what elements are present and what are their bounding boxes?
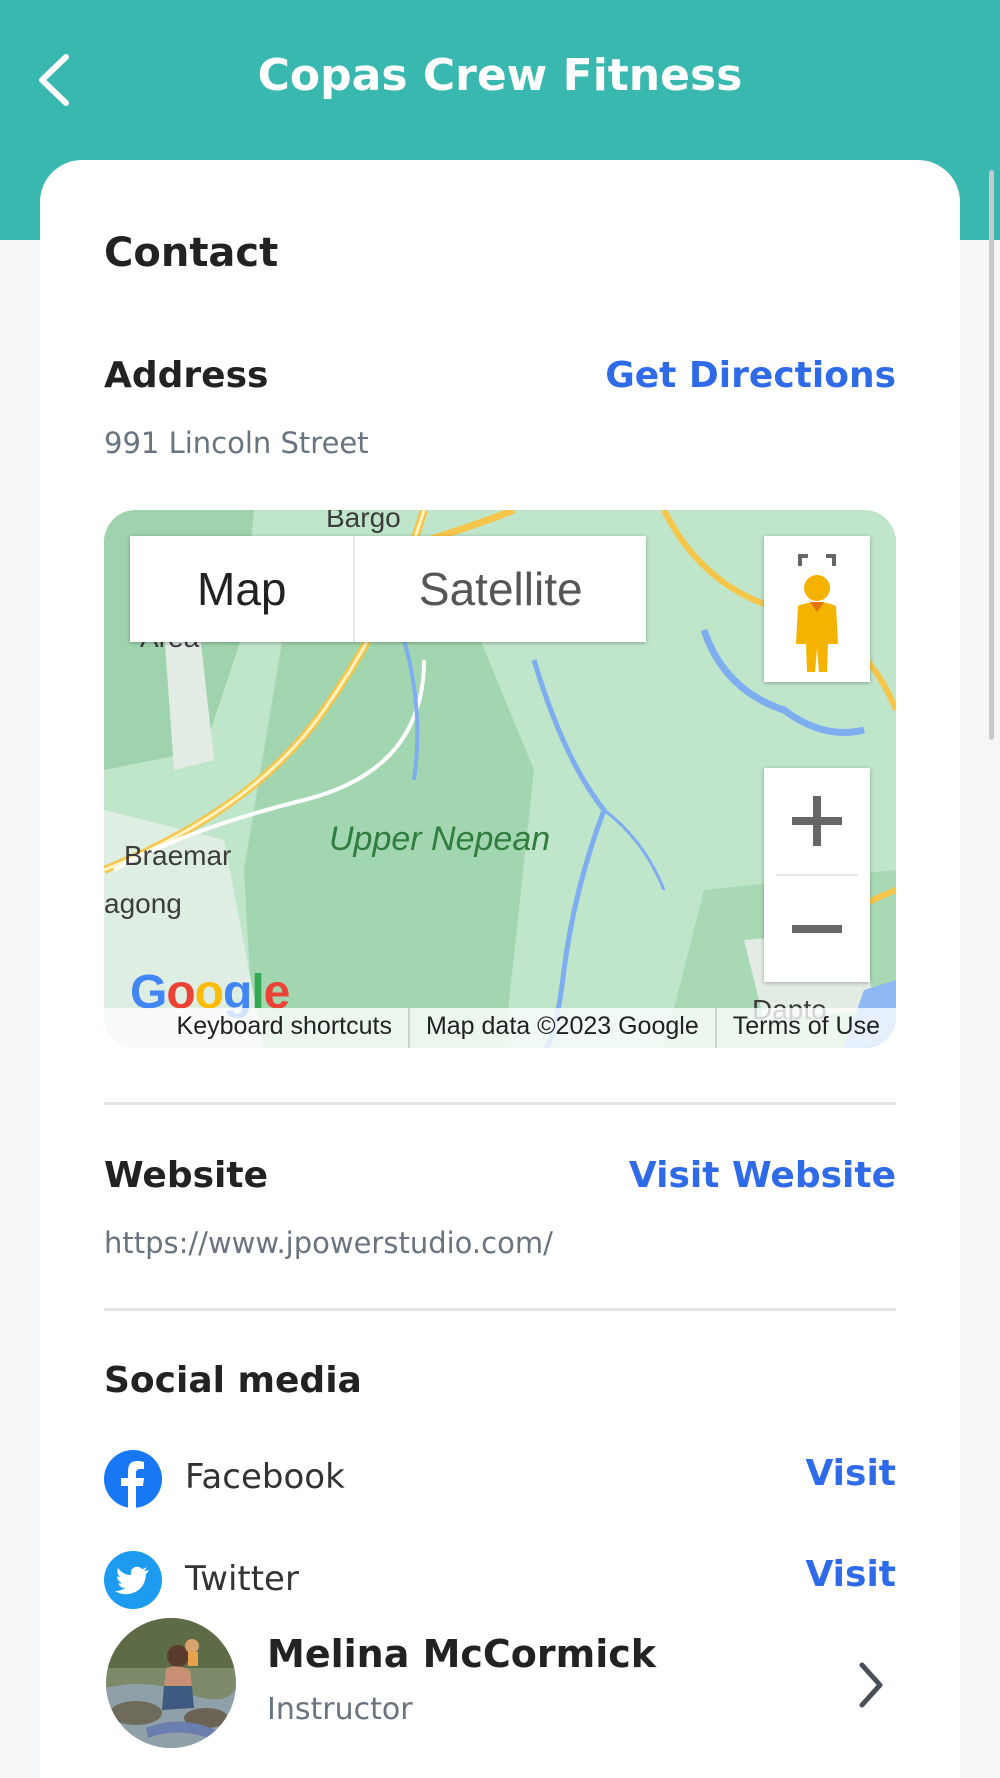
chevron-right-icon (859, 1662, 883, 1708)
divider (104, 1308, 896, 1311)
map-label-braemar: Braemar (124, 840, 232, 871)
instructor-role: Instructor (267, 1692, 413, 1727)
facebook-visit-link[interactable]: Visit (805, 1453, 896, 1494)
map-label-upper-nepean: Upper Nepean (329, 820, 551, 858)
page-title: Copas Crew Fitness (257, 50, 743, 101)
website-url: https://www.jpowerstudio.com/ (104, 1226, 553, 1260)
map-type-satellite-button[interactable]: Satellite (353, 536, 646, 642)
divider (104, 1102, 896, 1105)
twitter-visit-link[interactable]: Visit (805, 1554, 896, 1595)
keyboard-shortcuts-link[interactable]: Keyboard shortcuts (161, 1008, 408, 1048)
contact-heading: Contact (104, 230, 279, 276)
terms-of-use-link[interactable]: Terms of Use (714, 1008, 896, 1048)
zoom-in-button[interactable] (764, 768, 870, 874)
pegman-icon (796, 554, 838, 672)
map-type-control: Map Satellite (130, 536, 646, 642)
visit-website-link[interactable]: Visit Website (629, 1155, 896, 1196)
map-attribution: Keyboard shortcuts Map data ©2023 Google… (104, 1008, 896, 1048)
scrollbar[interactable] (989, 170, 994, 740)
map-view[interactable]: Bargo Area Braemar agong Upper Nepean Da… (104, 510, 896, 1048)
instructor-row[interactable]: Melina McCormick Instructor (40, 1610, 960, 1778)
twitter-icon (104, 1551, 162, 1609)
get-directions-link[interactable]: Get Directions (605, 355, 896, 396)
address-value: 991 Lincoln Street (104, 426, 369, 460)
zoom-control (764, 768, 870, 982)
zoom-out-button[interactable] (764, 876, 870, 982)
avatar (106, 1618, 236, 1748)
instructor-name: Melina McCormick (267, 1632, 657, 1676)
street-view-control[interactable] (764, 536, 870, 682)
map-data-text: Map data ©2023 Google (407, 1008, 715, 1048)
plus-icon (792, 796, 842, 846)
map-label-bargo: Bargo (326, 510, 401, 533)
twitter-label: Twitter (185, 1559, 299, 1599)
contact-card: Contact Address Get Directions 991 Linco… (40, 160, 960, 1620)
map-type-map-button[interactable]: Map (130, 536, 353, 642)
facebook-label: Facebook (185, 1457, 345, 1497)
social-media-heading: Social media (104, 1360, 362, 1401)
map-label-agong: agong (104, 888, 182, 919)
minus-icon (792, 925, 842, 933)
address-label: Address (104, 355, 269, 396)
facebook-icon (104, 1450, 162, 1508)
website-label: Website (104, 1155, 269, 1196)
